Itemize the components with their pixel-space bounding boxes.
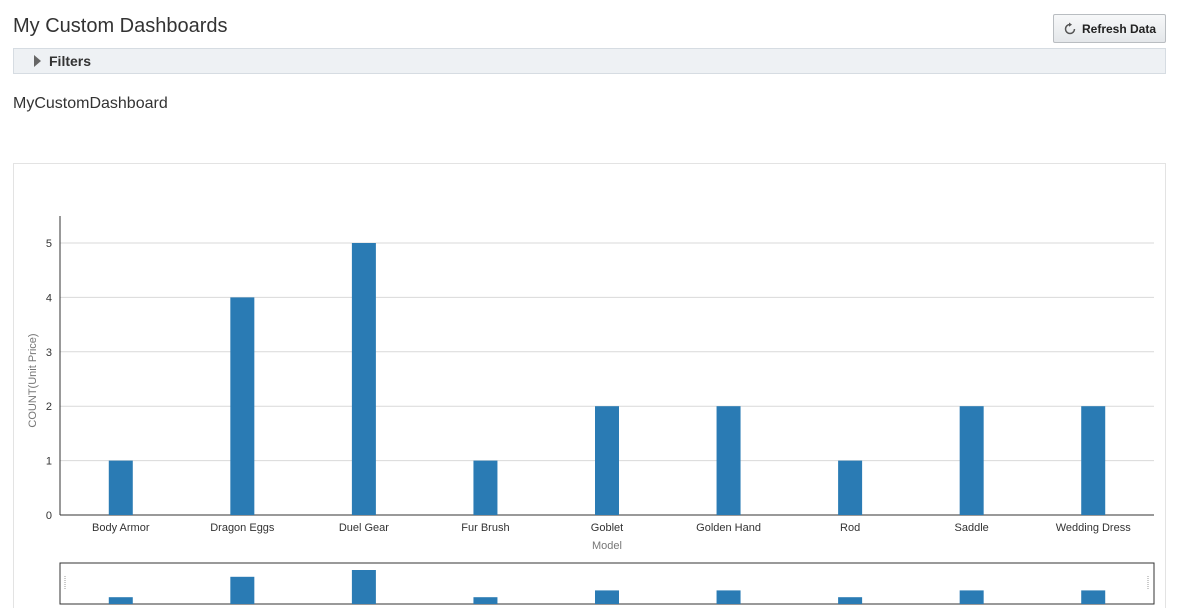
x-tick-label: Dragon Eggs: [210, 522, 275, 534]
dashboard-name: MyCustomDashboard: [13, 95, 168, 112]
y-tick-label: 4: [46, 292, 52, 304]
overview-bar: [959, 590, 984, 604]
refresh-icon: [1064, 22, 1076, 34]
expand-caret-icon: [34, 55, 41, 67]
chart-panel: 0 1 2 3 4 5 Body Armor Dragon Eggs Duel Gear Fur …: [13, 163, 1166, 608]
bar-duel-gear[interactable]: [351, 243, 376, 515]
y-tick-label: 2: [46, 401, 52, 413]
x-tick-label: Goblet: [591, 522, 623, 534]
bar-dragon-eggs[interactable]: [230, 297, 255, 515]
x-tick-label: Duel Gear: [339, 522, 389, 534]
overview-bar: [351, 570, 376, 604]
x-tick-label: Saddle: [955, 522, 989, 534]
y-axis-title: COUNT(Unit Price): [27, 333, 39, 427]
bar-body-armor[interactable]: [108, 460, 133, 515]
bar-fur-brush[interactable]: [473, 460, 498, 515]
y-tick-label: 1: [46, 456, 52, 468]
x-tick-label: Golden Hand: [696, 522, 761, 534]
page-title: My Custom Dashboards: [13, 15, 228, 37]
dashboard-page: My Custom Dashboards Refresh Data Filter…: [0, 0, 1184, 608]
x-axis-title: Model: [592, 540, 622, 552]
y-tick-label: 3: [46, 347, 52, 359]
y-tick-label: 5: [46, 238, 52, 250]
bar-wedding-dress[interactable]: [1081, 406, 1106, 515]
overview-bar: [716, 590, 741, 604]
bar-rod[interactable]: [838, 460, 863, 515]
x-tick-label: Body Armor: [92, 522, 150, 534]
overview-bar: [1081, 590, 1106, 604]
overview-bar: [595, 590, 619, 604]
overview-bar: [230, 576, 255, 604]
x-tick-label: Fur Brush: [461, 522, 509, 534]
overview-bar: [473, 597, 498, 604]
refresh-data-button[interactable]: Refresh Data: [1053, 14, 1166, 43]
filters-label: Filters: [49, 53, 92, 69]
x-tick-label: Wedding Dress: [1056, 522, 1131, 534]
y-tick-label: 0: [46, 510, 52, 522]
x-tick-label: Rod: [840, 522, 860, 534]
overview-bar: [838, 597, 863, 604]
bar-golden-hand[interactable]: [716, 406, 741, 515]
overview-bar: [108, 597, 133, 604]
refresh-data-label: Refresh Data: [1081, 21, 1157, 36]
filters-toggle[interactable]: Filters: [13, 48, 1166, 74]
bar-saddle[interactable]: [959, 406, 984, 515]
bar-goblet[interactable]: [595, 406, 619, 515]
bar-chart: 0 1 2 3 4 5 Body Armor Dragon Eggs Duel Gear Fur …: [27, 216, 1155, 605]
